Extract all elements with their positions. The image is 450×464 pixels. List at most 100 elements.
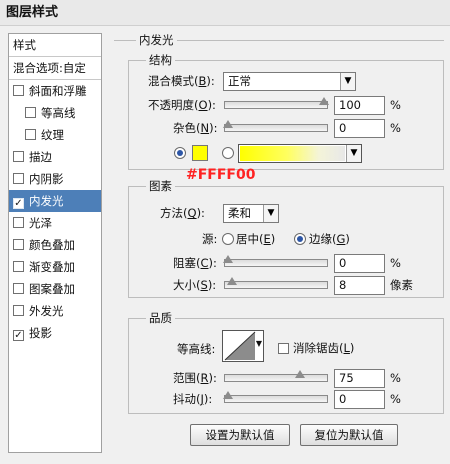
structure-title: 结构 — [146, 53, 175, 67]
satin-checkbox[interactable] — [13, 217, 24, 228]
sidebar-item-gradient-overlay[interactable]: 渐变叠加 — [9, 256, 101, 278]
sidebar-item-label: 描边 — [29, 150, 52, 164]
size-slider[interactable] — [224, 281, 328, 289]
glow-color-swatch[interactable] — [192, 145, 208, 161]
range-slider-thumb[interactable] — [295, 370, 305, 378]
blend-mode-value: 正常 — [228, 74, 251, 88]
percent-label: % — [390, 371, 401, 385]
sidebar-item-satin[interactable]: 光泽 — [9, 212, 101, 234]
choke-slider-thumb[interactable] — [223, 255, 233, 263]
sidebar-item-label: 等高线 — [41, 106, 76, 120]
jitter-slider[interactable] — [224, 395, 328, 403]
gradient-radio[interactable] — [222, 147, 234, 159]
drop-shadow-checkbox[interactable]: ✓ — [13, 330, 24, 341]
jitter-label: 抖动(J): — [173, 392, 213, 406]
sidebar-item-bevel-emboss[interactable]: 斜面和浮雕 — [9, 80, 101, 102]
window-title: 图层样式 — [0, 0, 450, 26]
percent-label: % — [390, 392, 401, 406]
range-slider[interactable] — [224, 374, 328, 382]
styles-list: 样式 混合选项:自定 斜面和浮雕 等高线 纹理 描边 内阴影 ✓ 内发光 光泽 颜… — [8, 33, 102, 453]
percent-label: % — [390, 256, 401, 270]
sidebar-item-label: 内发光 — [29, 194, 64, 208]
noise-slider[interactable] — [224, 124, 328, 132]
sidebar-item-contour[interactable]: 等高线 — [9, 102, 101, 124]
noise-label: 杂色(N): — [173, 121, 218, 135]
percent-label: % — [390, 98, 401, 112]
gradient-picker[interactable]: ▼ — [238, 144, 362, 163]
inner-shadow-checkbox[interactable] — [13, 173, 24, 184]
size-slider-thumb[interactable] — [226, 277, 237, 285]
choke-input[interactable]: 0 — [334, 254, 385, 273]
technique-select[interactable]: 柔和 ▼ — [223, 204, 279, 223]
sidebar-item-label: 光泽 — [29, 216, 52, 230]
sidebar-item-texture[interactable]: 纹理 — [9, 124, 101, 146]
reset-default-button[interactable]: 复位为默认值 — [300, 424, 398, 446]
noise-slider-thumb[interactable] — [223, 120, 233, 128]
size-input[interactable]: 8 — [334, 276, 385, 295]
opacity-label: 不透明度(O): — [148, 98, 216, 112]
source-label: 源: — [202, 232, 218, 246]
sidebar-item-label: 投影 — [29, 326, 52, 340]
size-unit-label: 像素 — [390, 278, 413, 292]
inner-glow-title: 内发光 — [136, 33, 177, 47]
outer-glow-checkbox[interactable] — [13, 305, 24, 316]
contour-picker[interactable]: ▼ — [222, 330, 264, 362]
size-label: 大小(S): — [173, 278, 217, 292]
jitter-input[interactable]: 0 — [334, 390, 385, 409]
source-center-radio[interactable] — [222, 233, 234, 245]
chevron-down-icon: ▼ — [346, 145, 361, 162]
sidebar-item-label: 内阴影 — [29, 172, 64, 186]
sidebar-item-label: 纹理 — [41, 128, 64, 142]
jitter-slider-thumb[interactable] — [223, 391, 233, 399]
range-input[interactable]: 75 — [334, 369, 385, 388]
color-hex-annotation: #FFFF00 — [186, 167, 256, 183]
sidebar-item-inner-glow[interactable]: ✓ 内发光 — [9, 190, 101, 212]
sidebar-item-label: 斜面和浮雕 — [29, 84, 87, 98]
antialias-checkbox[interactable] — [278, 343, 289, 354]
source-center-label: 居中(E) — [236, 232, 276, 246]
stroke-checkbox[interactable] — [13, 151, 24, 162]
range-label: 范围(R): — [173, 371, 217, 385]
sidebar-item-label: 外发光 — [29, 304, 64, 318]
styles-header[interactable]: 样式 — [9, 34, 101, 56]
source-edge-radio[interactable] — [294, 233, 306, 245]
blend-mode-select[interactable]: 正常 ▼ — [223, 72, 356, 91]
texture-checkbox[interactable] — [25, 129, 36, 140]
percent-label: % — [390, 121, 401, 135]
antialias-label: 消除锯齿(L) — [293, 341, 355, 355]
contour-label: 等高线: — [177, 342, 216, 356]
sidebar-item-stroke[interactable]: 描边 — [9, 146, 101, 168]
sidebar-item-label: 颜色叠加 — [29, 238, 75, 252]
opacity-slider-thumb[interactable] — [319, 97, 329, 105]
source-edge-label: 边缘(G) — [309, 232, 350, 246]
make-default-button[interactable]: 设置为默认值 — [190, 424, 290, 446]
pattern-overlay-checkbox[interactable] — [13, 283, 24, 294]
blend-mode-label: 混合模式(B): — [148, 74, 215, 88]
sidebar-item-pattern-overlay[interactable]: 图案叠加 — [9, 278, 101, 300]
contour-preview-icon — [224, 331, 256, 361]
choke-label: 阻塞(C): — [173, 256, 217, 270]
contour-checkbox[interactable] — [25, 107, 36, 118]
color-overlay-checkbox[interactable] — [13, 239, 24, 250]
quality-title: 品质 — [146, 311, 175, 325]
noise-input[interactable]: 0 — [334, 119, 385, 138]
inner-glow-checkbox[interactable]: ✓ — [13, 198, 24, 209]
gradient-preview — [240, 146, 345, 161]
solid-color-radio[interactable] — [174, 147, 186, 159]
sidebar-item-outer-glow[interactable]: 外发光 — [9, 300, 101, 322]
bevel-emboss-checkbox[interactable] — [13, 85, 24, 96]
sidebar-item-label: 图案叠加 — [29, 282, 75, 296]
opacity-input[interactable]: 100 — [334, 96, 385, 115]
sidebar-item-drop-shadow[interactable]: ✓ 投影 — [9, 322, 101, 344]
sidebar-item-color-overlay[interactable]: 颜色叠加 — [9, 234, 101, 256]
gradient-overlay-checkbox[interactable] — [13, 261, 24, 272]
sidebar-item-inner-shadow[interactable]: 内阴影 — [9, 168, 101, 190]
technique-label: 方法(Q): — [160, 206, 205, 220]
choke-slider[interactable] — [224, 259, 328, 267]
chevron-down-icon: ▼ — [255, 339, 262, 348]
opacity-slider[interactable] — [224, 101, 328, 109]
chevron-down-icon: ▼ — [263, 205, 278, 222]
blending-options-item[interactable]: 混合选项:自定 — [9, 57, 101, 79]
sidebar-item-label: 渐变叠加 — [29, 260, 75, 274]
chevron-down-icon: ▼ — [340, 73, 355, 90]
